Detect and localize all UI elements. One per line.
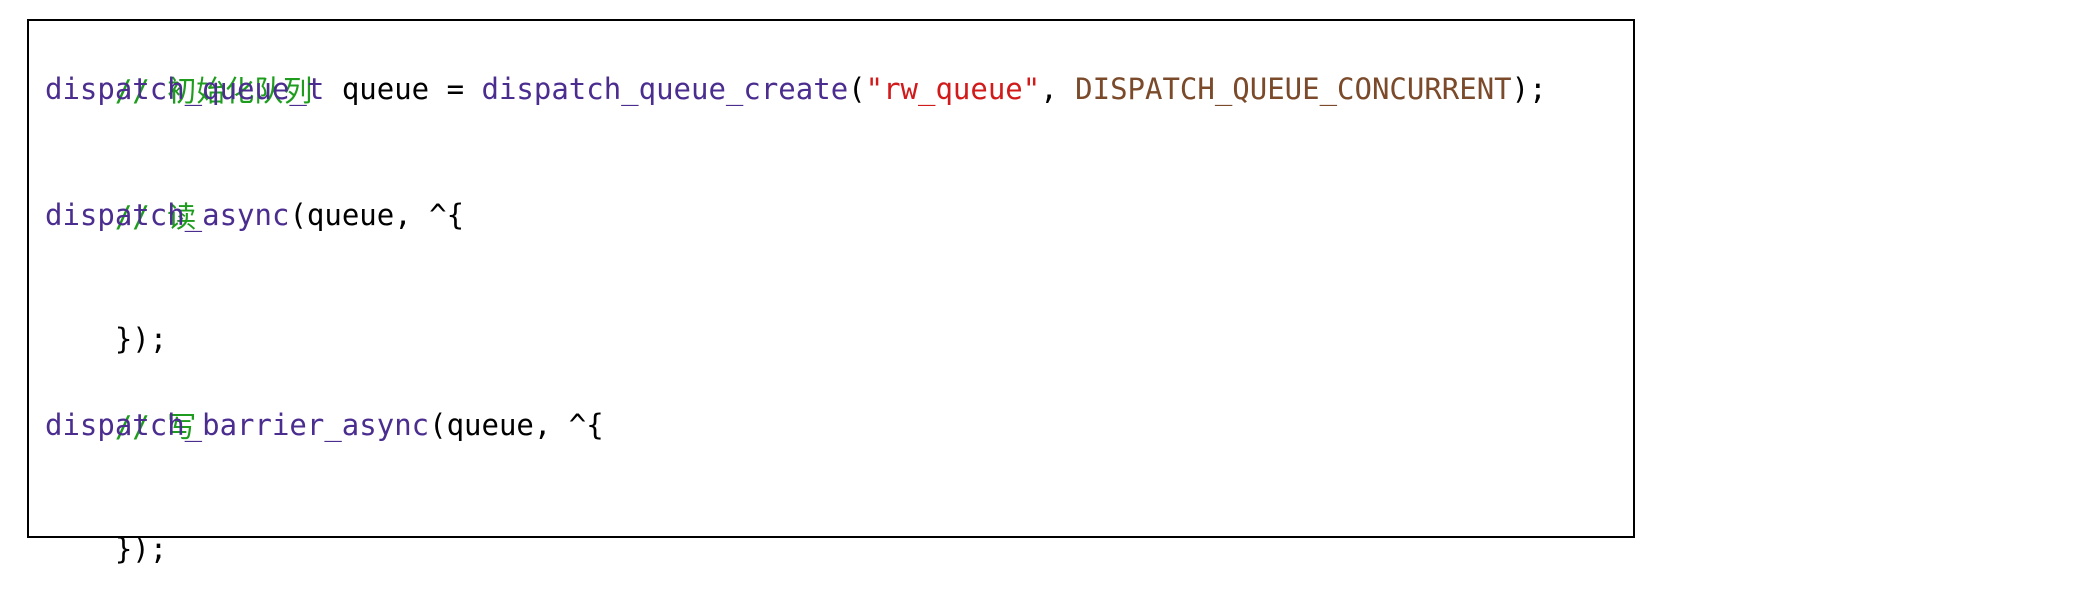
code-line-close-read: }); [45,273,167,356]
const-dispatch-queue-concurrent: DISPATCH_QUEUE_CONCURRENT [1075,72,1512,106]
code-line-comment-read: // 读 [45,151,196,234]
code-line-comment-write: // 写 [45,361,196,444]
close-paren: ); [1511,72,1547,106]
fn-dispatch-queue-create: dispatch_queue_create [481,72,849,106]
block-close-read: }); [114,322,168,356]
dispatch-async-args: (queue, ^{ [289,198,465,232]
queue-declaration: queue = [324,72,482,106]
code-line-dispatch-barrier-async: dispatch_barrier_async(queue, ^{ [45,403,604,447]
open-paren: ( [848,72,866,106]
code-line-close-write: }); [45,483,167,566]
fn-dispatch-barrier-async: dispatch_barrier_async [45,408,430,442]
code-block: // 初始化队列 dispatch_queue_t queue = dispat… [27,19,1635,566]
type-dispatch-queue-t: dispatch_queue_t [45,72,325,106]
string-rw-queue: "rw_queue" [865,72,1041,106]
code-line-comment-init: // 初始化队列 [45,25,312,108]
dispatch-barrier-async-args: (queue, ^{ [429,408,604,442]
code-line-queue-create: dispatch_queue_t queue = dispatch_queue_… [45,67,1547,111]
comma: , [1040,72,1076,106]
code-line-dispatch-async: dispatch_async(queue, ^{ [45,193,464,237]
block-close-write: }); [114,532,168,566]
fn-dispatch-async: dispatch_async [45,198,290,232]
